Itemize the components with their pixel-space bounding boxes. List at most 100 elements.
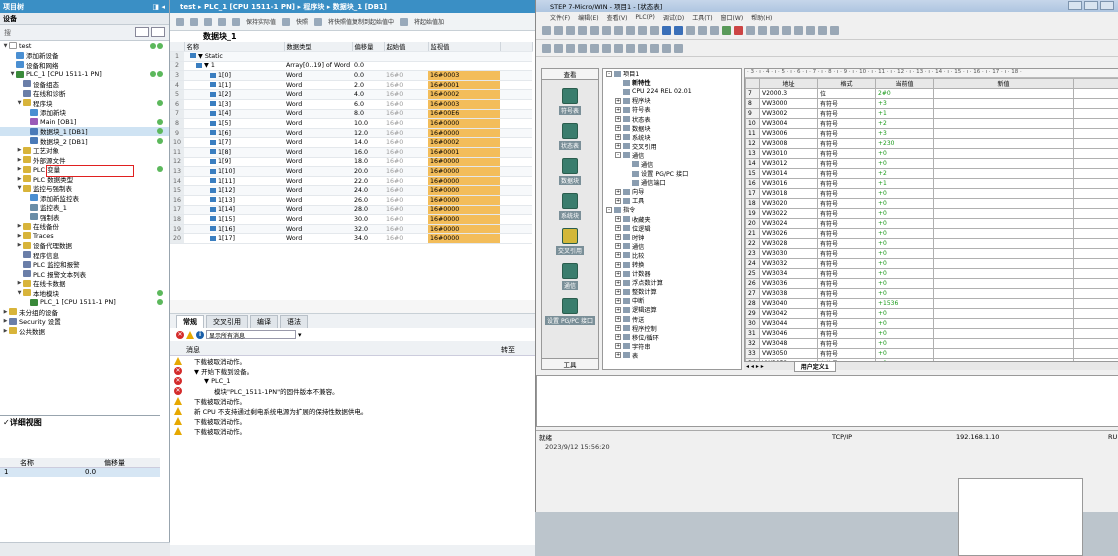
cell-type[interactable] — [284, 51, 352, 62]
cell-start[interactable]: 16#0 — [384, 185, 428, 196]
db-table-row[interactable]: 5 1[2] Word 4.0 16#0 16#0002 — [170, 89, 532, 101]
tree-item[interactable]: 添加新块 — [0, 108, 169, 117]
cell-address[interactable]: VW3022 — [759, 208, 818, 219]
cell-format[interactable]: 有符号 — [817, 198, 876, 209]
cell-new[interactable] — [933, 208, 1074, 219]
cell-start[interactable]: 16#0 — [384, 99, 428, 110]
expand-arrow-icon[interactable]: ▶ — [2, 318, 9, 324]
sort-desc-icon[interactable] — [698, 26, 707, 35]
cell-address[interactable]: VW3040 — [759, 298, 818, 309]
devices-tab[interactable]: 设备 — [0, 13, 169, 25]
cell-name[interactable]: 1[17] — [184, 233, 284, 244]
cell-name[interactable]: ▼ Static — [184, 51, 284, 62]
expand-arrow-icon[interactable]: ▶ — [2, 328, 9, 334]
expand-arrow-icon[interactable]: ▶ — [16, 242, 23, 248]
cell-new[interactable] — [933, 198, 1074, 209]
status-table-row[interactable]: 10 VW3004 有符号 +2 — [745, 118, 1118, 129]
cell-name[interactable]: 1[14] — [184, 205, 284, 216]
cell-new[interactable] — [933, 248, 1074, 259]
expand-toggle-icon[interactable]: + — [615, 252, 621, 259]
open-icon[interactable] — [554, 26, 563, 35]
expand-toggle-icon[interactable]: + — [615, 343, 621, 350]
cell-name[interactable]: 1[15] — [184, 214, 284, 225]
cell-start[interactable] — [384, 51, 428, 62]
keep-actual-values-button[interactable]: 保持实际值 — [246, 17, 276, 26]
copy-icon[interactable] — [314, 17, 323, 26]
status-table-row[interactable]: 25 VW3034 有符号 +0 — [745, 268, 1118, 279]
status-table-row[interactable]: 32 VW3048 有符号 +0 — [745, 338, 1118, 349]
instruction-tree-item[interactable]: + 数据块 — [603, 124, 741, 133]
expand-toggle-icon[interactable]: + — [615, 306, 621, 313]
instruction-tree-item[interactable]: CPU 224 REL 02.01 — [603, 87, 741, 96]
cell-address[interactable]: VW3034 — [759, 268, 818, 279]
cell-format[interactable]: 有符号 — [817, 248, 876, 259]
status-table-row[interactable]: 21 VW3026 有符号 +0 — [745, 228, 1118, 239]
warning-filter-icon[interactable] — [186, 330, 194, 339]
cell-name[interactable]: 1[11] — [184, 176, 284, 187]
tree-item[interactable]: 数据块_1 [DB1] — [0, 126, 169, 136]
box-icon[interactable] — [602, 43, 611, 53]
cell-address[interactable]: VW3050 — [759, 348, 818, 359]
db-table-row[interactable]: 18 1[15] Word 30.0 16#0 16#0000 — [170, 214, 532, 225]
toolbar-icon[interactable] — [218, 17, 226, 26]
cell-format[interactable]: 有符号 — [817, 208, 876, 219]
cell-address[interactable]: VW3004 — [759, 118, 818, 129]
tree-item[interactable]: 程序信息 — [0, 250, 169, 260]
expand-toggle-icon[interactable]: + — [615, 116, 621, 123]
stop-icon[interactable] — [734, 26, 743, 35]
db-table-row[interactable]: 14 1[11] Word 22.0 16#0 16#0000 — [170, 176, 532, 187]
cell-new[interactable] — [933, 158, 1074, 169]
expand-arrow-icon[interactable]: ▶ — [16, 157, 23, 163]
db-table-row[interactable]: 16 1[13] Word 26.0 16#0 16#0000 — [170, 195, 532, 206]
cell-format[interactable]: 有符号 — [817, 148, 876, 159]
status-table-row[interactable]: 24 VW3032 有符号 +0 — [745, 258, 1118, 269]
tree-item[interactable]: Main [OB1] — [0, 117, 169, 127]
collapse-panel-icon[interactable]: ◨ ◂ — [152, 3, 165, 11]
tree-item[interactable]: 监控表_1 — [0, 203, 169, 212]
cell-address[interactable]: VW3020 — [759, 198, 818, 209]
tree-item[interactable]: ▶ 外部源文件 — [0, 155, 169, 165]
upload-icon[interactable] — [662, 26, 671, 35]
expand-toggle-icon[interactable]: - — [606, 70, 612, 77]
cell-name[interactable]: 1[1] — [184, 80, 284, 91]
message-row[interactable]: 下载被取消动作。 — [170, 416, 535, 426]
cell-new[interactable] — [933, 268, 1074, 279]
cell-type[interactable]: Word — [284, 233, 352, 244]
unforce-icon[interactable] — [806, 26, 815, 35]
fbd-icon[interactable] — [566, 43, 575, 53]
message-row[interactable]: ✕ 模块"PLC_1511-1PN"的固件版本不兼容。 — [170, 386, 535, 396]
status-table-row[interactable]: 13 VW3010 有符号 +0 — [745, 148, 1118, 159]
cell-address[interactable]: VW3046 — [759, 328, 818, 339]
instruction-tree-item[interactable]: + 工具 — [603, 196, 741, 205]
expand-arrow-icon[interactable]: ▼ — [2, 43, 9, 49]
status-table-row[interactable]: 29 VW3042 有符号 +0 — [745, 308, 1118, 319]
cell-address[interactable]: VW3028 — [759, 238, 818, 249]
cell-format[interactable]: 有符号 — [817, 108, 876, 119]
paste-icon[interactable] — [614, 26, 623, 35]
instruction-tree-item[interactable]: + 移位/循环 — [603, 333, 741, 342]
tree-item[interactable]: ▼ 监控与强制表 — [0, 184, 169, 193]
arrow-left-icon[interactable] — [650, 43, 659, 53]
cell-address[interactable]: VW3008 — [759, 138, 818, 149]
nav-button[interactable]: 交叉引用 — [542, 228, 598, 255]
cell-start[interactable]: 16#0 — [384, 224, 428, 235]
db-table-row[interactable]: 6 1[3] Word 6.0 16#0 16#0003 — [170, 99, 532, 110]
maximize-button[interactable] — [1084, 1, 1098, 10]
coil-icon[interactable] — [590, 43, 599, 53]
instruction-tree-item[interactable]: + 通信 — [603, 242, 741, 251]
cell-type[interactable]: Word — [284, 214, 352, 225]
tab-general[interactable]: 常规 — [176, 315, 204, 328]
cell-type[interactable]: Word — [284, 99, 352, 110]
instruction-tree-item[interactable]: 通信 — [603, 160, 741, 169]
instruction-tree-item[interactable]: + 位逻辑 — [603, 224, 741, 233]
tree-horizontal-scrollbar[interactable] — [0, 542, 170, 556]
instruction-tree-item[interactable]: + 时钟 — [603, 233, 741, 242]
expand-arrow-icon[interactable]: ▼ — [9, 71, 16, 77]
message-row[interactable]: ✕ ▼ 开始下载到设备。 — [170, 366, 535, 376]
info-filter-icon[interactable]: i — [196, 330, 204, 339]
message-filter-select[interactable]: 显示所有消息 — [206, 330, 296, 340]
snapshot-icon[interactable] — [282, 17, 291, 26]
db-table-row[interactable]: 9 1[6] Word 12.0 16#0 16#0000 — [170, 128, 532, 139]
expand-toggle-icon[interactable]: + — [615, 97, 621, 104]
force-icon[interactable] — [794, 26, 803, 35]
